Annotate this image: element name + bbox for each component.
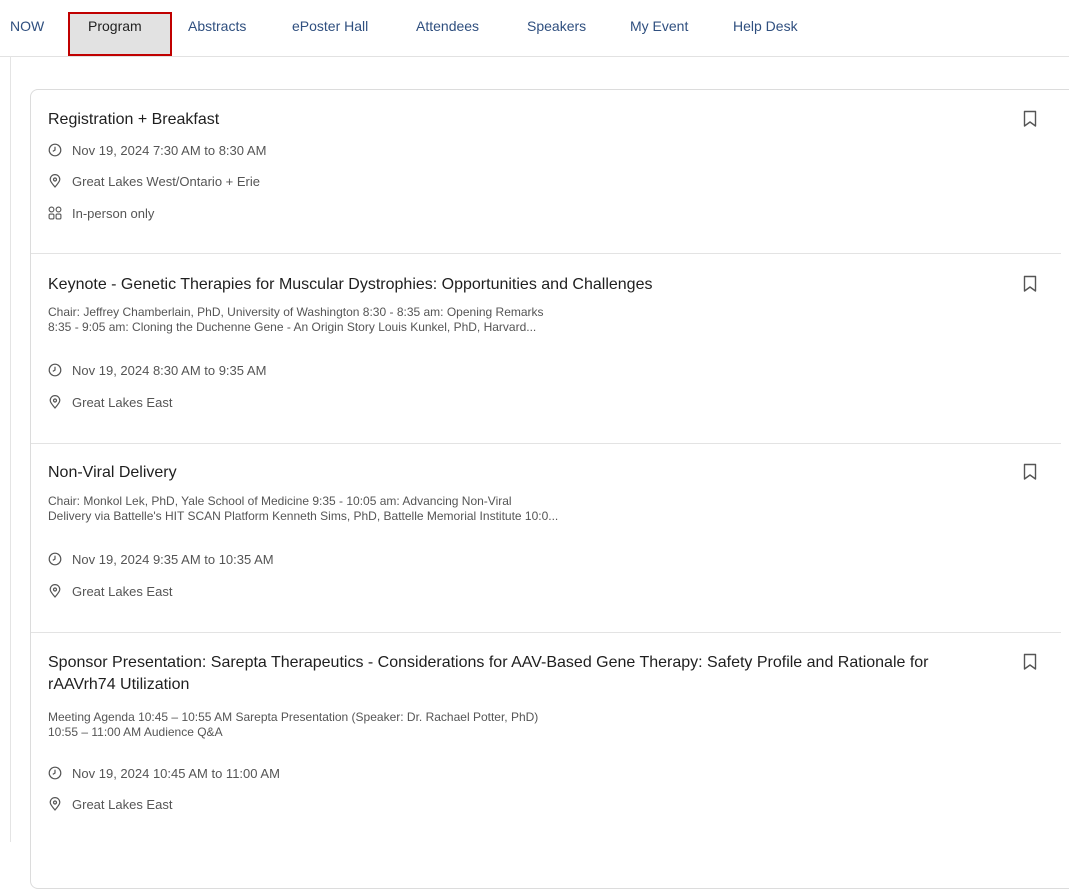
session-location-text: Great Lakes East — [72, 797, 173, 812]
clock-icon — [48, 766, 62, 780]
session-time-text: Nov 19, 2024 8:30 AM to 9:35 AM — [72, 363, 267, 378]
nav-item-attendees[interactable]: Attendees — [416, 18, 479, 34]
location-pin-icon — [49, 395, 61, 409]
bookmark-icon[interactable] — [1023, 463, 1037, 481]
nav-item-my-event[interactable]: My Event — [630, 18, 688, 34]
session-item: Registration + Breakfast Nov 19, 2024 7:… — [48, 109, 1048, 239]
session-description: Meeting Agenda 10:45 – 10:55 AM Sarepta … — [48, 710, 539, 739]
clock-icon — [48, 143, 62, 157]
session-item: Keynote - Genetic Therapies for Muscular… — [48, 274, 1048, 424]
session-location: Great Lakes East — [48, 395, 172, 411]
session-location-text: Great Lakes West/Ontario + Erie — [72, 174, 260, 189]
session-location-text: Great Lakes East — [72, 395, 173, 410]
session-divider — [31, 632, 1061, 633]
bookmark-icon[interactable] — [1023, 653, 1037, 671]
session-time-text: Nov 19, 2024 10:45 AM to 11:00 AM — [72, 766, 280, 781]
clock-icon — [48, 363, 62, 377]
session-time: Nov 19, 2024 9:35 AM to 10:35 AM — [48, 552, 274, 568]
top-navigation: NOW Program Abstracts ePoster Hall Atten… — [0, 0, 1069, 57]
session-location: Great Lakes East — [48, 584, 172, 600]
location-pin-icon — [49, 797, 61, 811]
session-time: Nov 19, 2024 8:30 AM to 9:35 AM — [48, 363, 266, 379]
nav-item-abstracts[interactable]: Abstracts — [188, 18, 246, 34]
session-location: Great Lakes East — [48, 797, 172, 813]
clock-icon — [48, 552, 62, 566]
session-format-text: In-person only — [72, 206, 155, 221]
session-title[interactable]: Registration + Breakfast — [48, 109, 978, 131]
session-title[interactable]: Keynote - Genetic Therapies for Muscular… — [48, 274, 978, 296]
session-title[interactable]: Sponsor Presentation: Sarepta Therapeuti… — [48, 652, 978, 696]
session-item: Sponsor Presentation: Sarepta Therapeuti… — [48, 652, 1048, 822]
nav-item-program[interactable]: Program — [88, 18, 142, 34]
nav-item-eposter-hall[interactable]: ePoster Hall — [292, 18, 368, 34]
location-pin-icon — [49, 174, 61, 188]
session-divider — [31, 443, 1061, 444]
session-time-text: Nov 19, 2024 9:35 AM to 10:35 AM — [72, 552, 274, 567]
session-time-text: Nov 19, 2024 7:30 AM to 8:30 AM — [72, 143, 267, 158]
grid-icon — [48, 206, 62, 220]
session-location-text: Great Lakes East — [72, 584, 173, 599]
bookmark-icon[interactable] — [1023, 110, 1037, 128]
session-title[interactable]: Non-Viral Delivery — [48, 462, 978, 484]
nav-item-speakers[interactable]: Speakers — [527, 18, 586, 34]
session-location: Great Lakes West/Ontario + Erie — [48, 174, 260, 190]
session-format: In-person only — [48, 206, 154, 222]
session-description: Chair: Jeffrey Chamberlain, PhD, Univers… — [48, 305, 544, 334]
nav-item-now[interactable]: NOW — [10, 18, 44, 34]
session-divider — [31, 253, 1061, 254]
session-description: Chair: Monkol Lek, PhD, Yale School of M… — [48, 494, 559, 523]
session-item: Non-Viral Delivery Chair: Monkol Lek, Ph… — [48, 462, 1048, 612]
nav-item-help-desk[interactable]: Help Desk — [733, 18, 798, 34]
session-time: Nov 19, 2024 7:30 AM to 8:30 AM — [48, 143, 266, 159]
bookmark-icon[interactable] — [1023, 275, 1037, 293]
left-divider — [10, 56, 11, 842]
session-time: Nov 19, 2024 10:45 AM to 11:00 AM — [48, 766, 280, 782]
location-pin-icon — [49, 584, 61, 598]
